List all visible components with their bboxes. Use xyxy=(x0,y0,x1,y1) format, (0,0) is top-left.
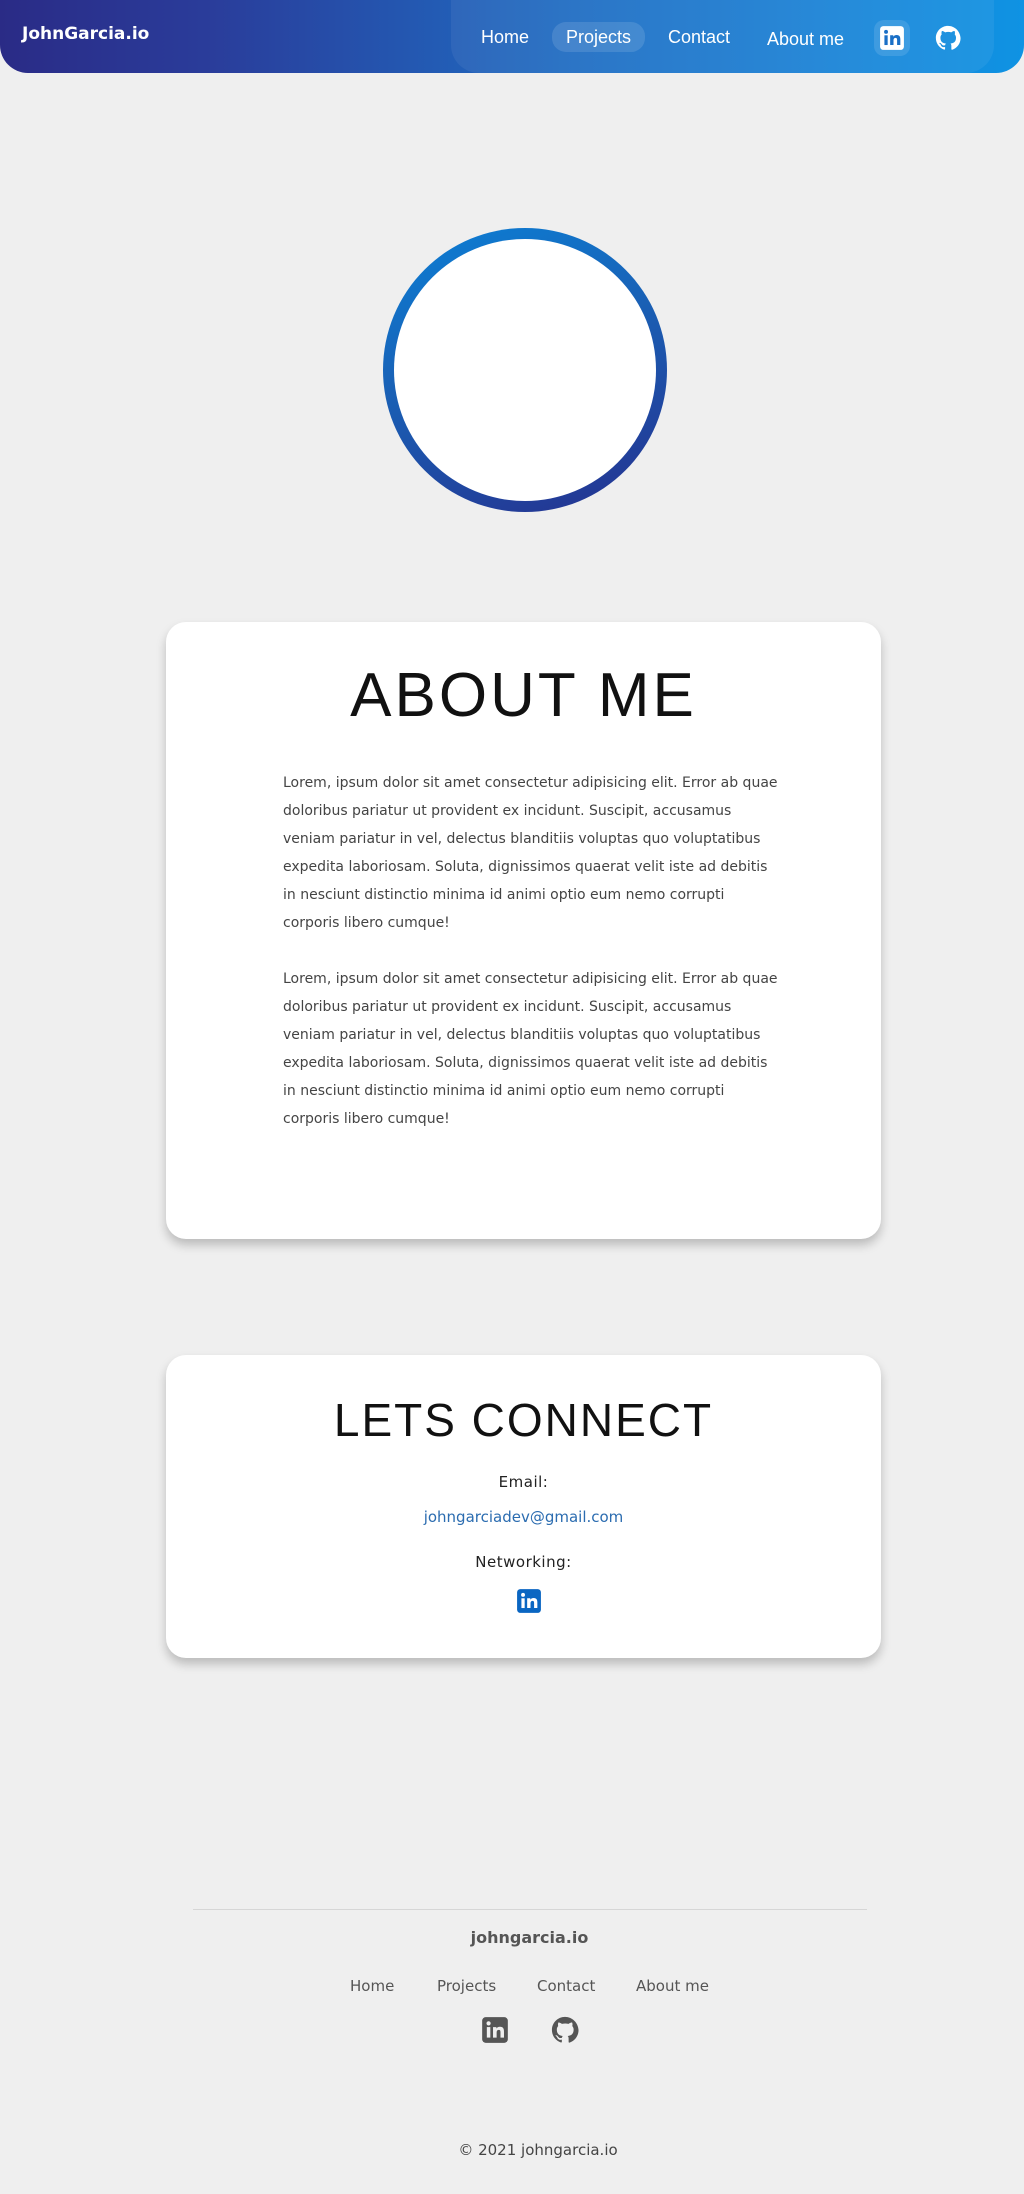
nav-projects[interactable]: Projects xyxy=(552,22,646,52)
footer-link-projects[interactable]: Projects xyxy=(437,1977,496,1995)
avatar-image-placeholder xyxy=(394,239,656,501)
footer-link-about-me[interactable]: About me xyxy=(636,1977,709,1995)
footer-divider xyxy=(193,1909,867,1910)
linkedin-icon[interactable] xyxy=(481,2016,509,2044)
brand-logo[interactable]: JohnGarcia.io xyxy=(22,24,149,44)
nav-about-me[interactable]: About me xyxy=(753,24,858,54)
about-paragraph: Lorem, ipsum dolor sit amet consectetur … xyxy=(283,775,778,931)
github-icon[interactable] xyxy=(930,20,966,56)
connect-card: LETS CONNECT Email: johngarciadev@gmail.… xyxy=(166,1355,881,1658)
copyright-text: © 2021 johngarcia.io xyxy=(458,2141,618,2159)
footer-link-contact[interactable]: Contact xyxy=(537,1977,595,1995)
footer-brand[interactable]: johngarcia.io xyxy=(0,1928,1024,1947)
page: JohnGarcia.io Home Projects Contact Abou… xyxy=(0,0,1024,2194)
networking-label: Networking: xyxy=(475,1553,572,1571)
email-label: Email: xyxy=(498,1473,549,1491)
linkedin-icon[interactable] xyxy=(874,20,910,56)
github-icon[interactable] xyxy=(551,2016,579,2044)
footer-link-home[interactable]: Home xyxy=(350,1977,394,1995)
linkedin-icon[interactable] xyxy=(516,1588,542,1614)
about-card: ABOUT ME Lorem, ipsum dolor sit amet con… xyxy=(166,622,881,1239)
nav-contact[interactable]: Contact xyxy=(654,22,744,52)
connect-title: LETS CONNECT xyxy=(333,1394,714,1446)
email-link[interactable]: johngarciadev@gmail.com xyxy=(166,1508,881,1526)
site-header: JohnGarcia.io Home Projects Contact Abou… xyxy=(0,0,1024,73)
profile-avatar xyxy=(383,228,667,512)
about-paragraph: Lorem, ipsum dolor sit amet consectetur … xyxy=(283,971,778,1127)
about-title: ABOUT ME xyxy=(350,661,697,730)
nav-home[interactable]: Home xyxy=(467,22,543,52)
